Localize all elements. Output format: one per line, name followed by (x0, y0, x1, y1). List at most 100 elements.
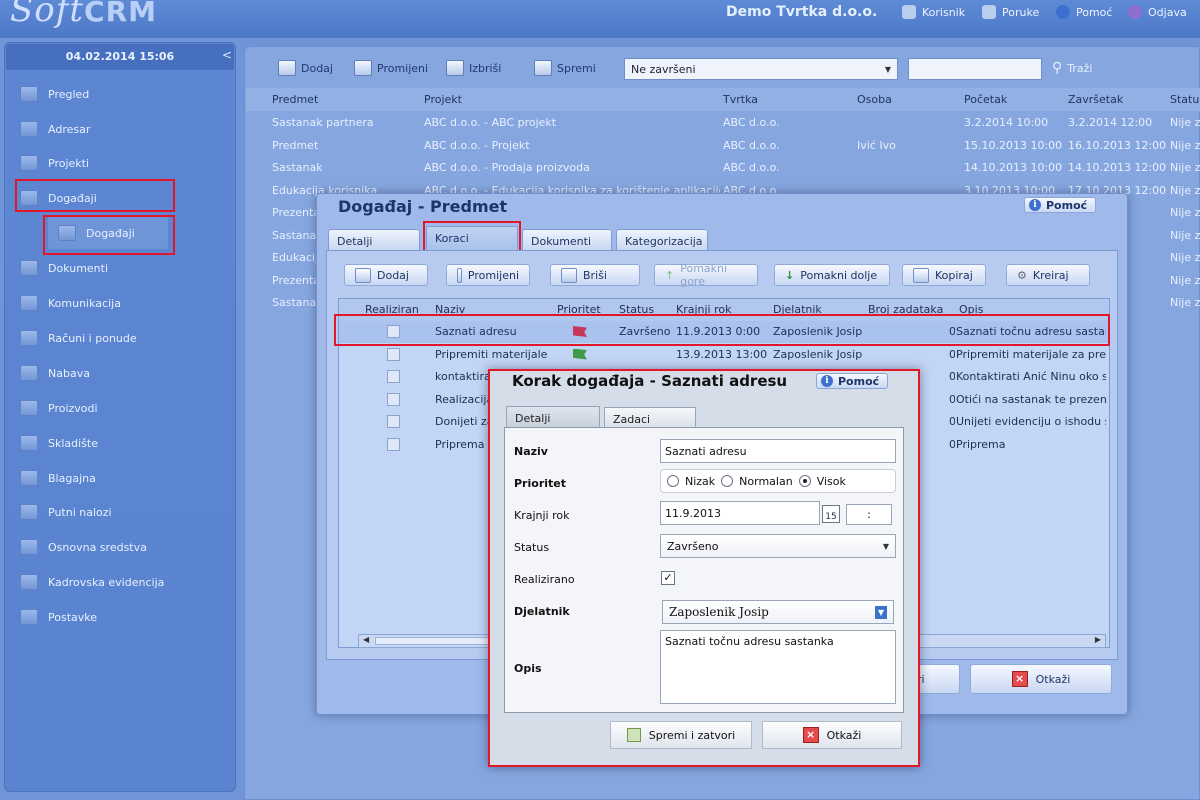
edit-icon (354, 60, 372, 76)
sidebar-item-racuni[interactable]: Računi i ponude (20, 326, 230, 350)
description-textarea[interactable]: Saznati točnu adresu sastanka (660, 630, 896, 704)
sidebar-item-pregled[interactable]: Pregled (20, 82, 230, 106)
edit-button[interactable]: Promijeni (354, 60, 428, 76)
realized-checkbox[interactable]: ✓ (661, 571, 675, 585)
sidebar-item-nabava[interactable]: Nabava (20, 361, 230, 385)
overview-icon (20, 86, 38, 102)
sidebar-item-putni-nalozi[interactable]: Putni nalozi (20, 500, 230, 524)
arrow-up-icon: ↑ (665, 268, 675, 282)
step-tab-zadaci[interactable]: Zadaci (604, 407, 696, 429)
sidebar-item-kadrovska[interactable]: Kadrovska evidencija (20, 570, 230, 594)
messages-nav[interactable]: Poruke (982, 2, 1039, 22)
table-row[interactable]: Sastanak ABC d.o.o. - Prodaja proizvoda AB… (246, 156, 1200, 179)
delete-button[interactable]: Izbriši (446, 60, 501, 76)
realized-checkbox[interactable] (387, 392, 400, 406)
sidebar-item-skladiste[interactable]: Skladište (20, 431, 230, 455)
priority-radio-normalan[interactable] (721, 475, 734, 487)
move-down-button[interactable]: ↓ Pomakni dolje (774, 264, 890, 286)
table-cell: 14.10.2013 12:00 (1068, 161, 1167, 174)
table-row[interactable]: Sastanak partnera ABC d.o.o. - ABC projek… (246, 111, 1200, 134)
info-icon (1056, 5, 1070, 19)
status-filter-select[interactable]: Ne završeni ▼ (624, 58, 898, 80)
step-row[interactable]: Pripremiti materijale 13.9.2013 13:00 Zapo… (339, 344, 1109, 366)
highlight-box (15, 179, 175, 212)
tab-detalji[interactable]: Detalji (328, 229, 420, 251)
realized-label: Realizirano (514, 573, 575, 586)
table-cell: Nije z (1170, 273, 1200, 287)
event-cancel-button[interactable]: × Otkaži (970, 664, 1112, 694)
table-cell: ABC d.o.o. - ABC projekt (424, 116, 557, 129)
communication-icon (20, 295, 38, 311)
deadline-time-input[interactable]: : (846, 504, 892, 525)
step-cancel-button[interactable]: × Otkaži (762, 721, 902, 749)
name-input[interactable]: Saznati adresu (660, 439, 896, 463)
event-help-button[interactable]: i Pomoć (1024, 197, 1097, 213)
logout-nav[interactable]: Odjava (1128, 2, 1187, 22)
sidebar-item-proizvodi[interactable]: Proizvodi (20, 396, 230, 420)
sidebar-collapse-button[interactable]: < (222, 48, 232, 62)
table-cell: Nije z (1170, 228, 1200, 242)
save-button[interactable]: Spremi (534, 60, 596, 76)
employee-select[interactable]: Zaposlenik Josip ▼ (662, 600, 894, 624)
company-name: Demo Tvrtka d.o.o. (726, 4, 878, 20)
copy-icon (913, 267, 929, 283)
scroll-left-icon[interactable]: ◀ (363, 635, 369, 644)
scroll-right-icon[interactable]: ▶ (1095, 635, 1101, 644)
step-tab-detalji[interactable]: Detalji (506, 406, 600, 428)
messages-icon (982, 5, 996, 19)
table-cell: Sastanak (272, 228, 323, 242)
table-cell: ABC d.o.o. (723, 138, 780, 152)
sidebar-item-postavke[interactable]: Postavke (20, 605, 230, 629)
step-cell-tasks: 0 (949, 392, 955, 406)
gear-icon: ⚙ (1017, 268, 1027, 282)
address-book-icon (20, 121, 38, 137)
realized-checkbox[interactable] (387, 370, 400, 383)
help-nav[interactable]: Pomoć (1056, 2, 1112, 22)
table-cell: Nije z (1170, 206, 1200, 219)
delete-icon (561, 267, 577, 283)
event-dialog-title: Događaj - Predmet (338, 197, 508, 216)
step-help-button[interactable]: i Pomoć (816, 373, 889, 389)
table-cell: Ivić Ivo (857, 138, 896, 152)
info-icon: i (821, 375, 833, 387)
table-cell: Prezenta (272, 206, 321, 219)
create-step-button[interactable]: ⚙ Kreiraj (1006, 264, 1090, 286)
edit-step-button[interactable]: Promijeni (446, 264, 530, 286)
step-cell-desc: Priprema (956, 437, 1006, 451)
move-up-button[interactable]: ↑ Pomakni gore (654, 262, 758, 288)
step-cell-tasks: 0 (949, 370, 955, 383)
sidebar-item-adresar[interactable]: Adresar (20, 117, 230, 141)
save-icon (534, 60, 552, 76)
delete-step-button[interactable]: Briši (550, 264, 640, 286)
sidebar-item-komunikacija[interactable]: Komunikacija (20, 291, 230, 315)
status-select[interactable]: Završeno ▼ (660, 534, 896, 558)
step-save-close-button[interactable]: Spremi i zatvori (610, 721, 752, 749)
tab-kategorizacija[interactable]: Kategorizacija (616, 229, 708, 251)
table-cell: Sastanak (272, 161, 323, 174)
add-step-button[interactable]: Dodaj (344, 264, 428, 286)
calendar-icon[interactable]: 15 (822, 505, 840, 523)
user-nav[interactable]: Korisnik (902, 2, 965, 22)
table-row[interactable]: Predmet ABC d.o.o. - Projekt ABC d.o.o. Ivi… (246, 134, 1200, 157)
add-button[interactable]: Dodaj (278, 60, 333, 76)
sidebar-item-dokumenti[interactable]: Dokumenti (20, 256, 230, 280)
priority-radio-visok[interactable] (798, 475, 811, 487)
search-input[interactable] (908, 58, 1042, 80)
step-cell-desc: Kontaktirati Anić Ninu oko sv (956, 370, 1106, 383)
user-icon (902, 5, 916, 19)
highlight-box (334, 314, 1110, 346)
table-cell: 14.10.2013 10:00 (964, 161, 1063, 174)
priority-radio-nizak[interactable] (667, 475, 679, 487)
deadline-date-input[interactable]: 11.9.2013 (660, 501, 820, 525)
realized-checkbox[interactable] (387, 437, 400, 451)
tab-dokumenti[interactable]: Dokumenti (522, 229, 612, 251)
table-cell: ABC d.o.o. - Projekt (424, 138, 530, 152)
realized-checkbox[interactable] (387, 415, 400, 428)
datetime-display: 04.02.2014 15:06 (6, 44, 234, 70)
copy-step-button[interactable]: Kopiraj (902, 264, 986, 286)
realized-checkbox[interactable] (387, 347, 400, 361)
sidebar-item-projekti[interactable]: Projekti (20, 151, 230, 175)
search-button[interactable]: ⚲ Traži (1052, 60, 1092, 76)
sidebar-item-osnovna-sredstva[interactable]: Osnovna sredstva (20, 535, 230, 559)
sidebar-item-blagajna[interactable]: Blagajna (20, 466, 230, 490)
